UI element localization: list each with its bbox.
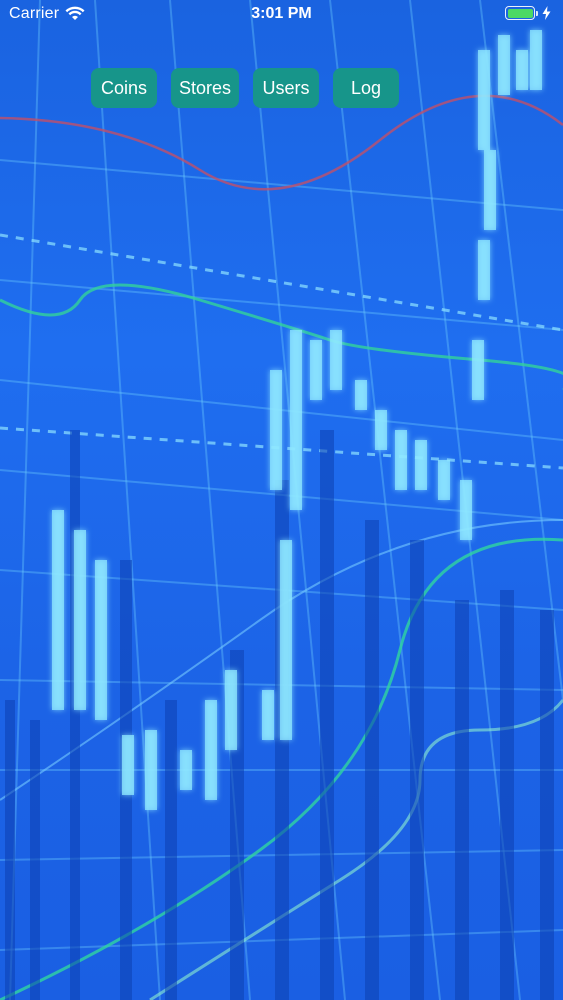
battery-indicator (505, 6, 551, 20)
battery-cap (536, 10, 538, 16)
battery-level (507, 8, 533, 18)
charging-bolt-icon (542, 6, 551, 20)
stores-button[interactable]: Stores (171, 68, 240, 108)
status-time: 3:01 PM (251, 5, 312, 22)
log-button[interactable]: Log (333, 68, 400, 108)
status-bar: Carrier 3:01 PM (0, 0, 563, 30)
app-screen: Carrier 3:01 PM Coins Stores Users Log (0, 0, 563, 1000)
top-nav: Coins Stores Users Log (91, 68, 400, 108)
coins-button[interactable]: Coins (91, 68, 157, 108)
battery-icon (505, 6, 535, 20)
chart-background-image (0, 0, 563, 1000)
users-button[interactable]: Users (253, 68, 320, 108)
